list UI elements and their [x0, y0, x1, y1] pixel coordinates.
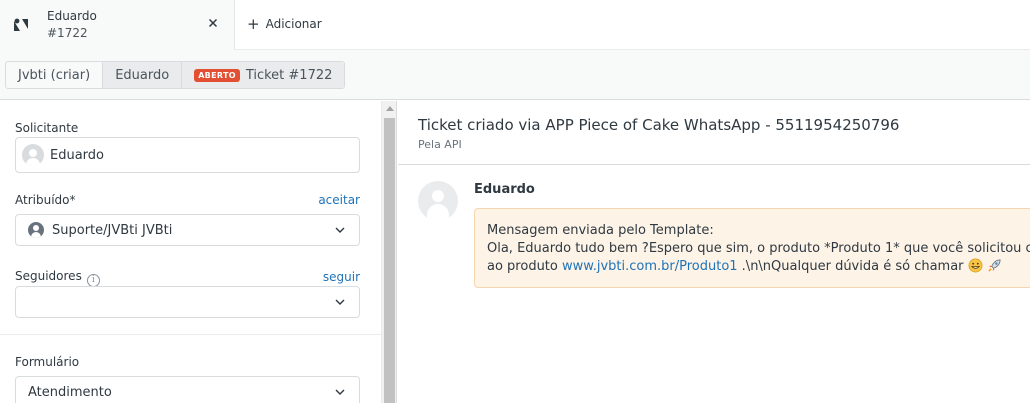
follow-link[interactable]: seguir [323, 270, 360, 284]
breadcrumb-bar: Jvbti (criar) Eduardo ABERTO Ticket #172… [0, 50, 1030, 100]
breadcrumb-ticket[interactable]: ABERTO Ticket #1722 [182, 62, 345, 88]
ticket-tab[interactable]: Eduardo #1722 [0, 0, 235, 50]
chevron-down-icon [335, 389, 345, 395]
grinning-emoji-icon [968, 258, 983, 273]
assignee-dropdown[interactable]: Suporte/JVBti JVBti [15, 214, 360, 246]
assignee-value: Suporte/JVBti JVBti [52, 222, 173, 238]
comment-bubble: Mensagem enviada pelo Template: Ola, Edu… [474, 208, 1030, 288]
product-link[interactable]: www.jvbti.com.br/Produto1 [562, 259, 738, 274]
user-avatar-icon [22, 144, 44, 166]
tab-subtitle: #1722 [47, 26, 88, 40]
zendesk-logo-icon [14, 18, 28, 31]
breadcrumb-organization[interactable]: Jvbti (criar) [6, 62, 104, 88]
followers-label-text: Seguidores [15, 269, 82, 283]
scrollbar-thumb[interactable] [384, 118, 395, 403]
section-divider [0, 334, 381, 335]
top-tab-bar: Eduardo #1722 + Adicionar [0, 0, 1030, 50]
ticket-subject: Ticket criado via APP Piece of Cake What… [418, 116, 900, 134]
form-label: Formulário [15, 355, 80, 369]
form-value: Atendimento [28, 384, 112, 400]
chevron-down-icon [335, 299, 345, 305]
conversation-pane: Ticket criado via APP Piece of Cake What… [398, 101, 1030, 403]
requester-field[interactable]: Eduardo [15, 137, 360, 173]
followers-dropdown[interactable] [15, 286, 360, 318]
comment-author[interactable]: Eduardo [474, 182, 535, 197]
assignee-label: Atribuído* [15, 193, 76, 207]
header-divider [398, 164, 1030, 165]
breadcrumb: Jvbti (criar) Eduardo ABERTO Ticket #172… [5, 61, 346, 89]
message-line-2: Ola, Eduardo tudo bem ?Espero que sim, o… [487, 241, 1030, 256]
add-tab-label: Adicionar [265, 17, 322, 31]
chevron-down-icon [335, 227, 345, 233]
scroll-up-arrow[interactable] [386, 106, 394, 111]
message-line-3-start: ao produto [487, 259, 562, 274]
close-icon[interactable] [206, 16, 220, 30]
followers-label: Seguidores i [15, 269, 100, 287]
breadcrumb-requester-label: Eduardo [115, 67, 170, 83]
tab-title: Eduardo [47, 9, 97, 23]
ticket-channel: Pela API [418, 138, 462, 151]
form-dropdown[interactable]: Atendimento [15, 376, 360, 403]
breadcrumb-requester[interactable]: Eduardo [103, 62, 183, 88]
author-avatar [418, 181, 458, 221]
requester-label: Solicitante [15, 121, 79, 135]
message-line-3-end: .\n\nQualquer dúvida é só chamar [737, 259, 968, 274]
status-badge: ABERTO [194, 68, 240, 82]
group-icon [28, 222, 44, 238]
breadcrumb-ticket-label: Ticket #1722 [245, 67, 333, 83]
plus-icon: + [247, 15, 260, 33]
take-it-link[interactable]: aceitar [318, 193, 360, 207]
message-line-1: Mensagem enviada pelo Template: [487, 223, 714, 238]
rocket-emoji-icon [988, 259, 1001, 272]
panel-scrollbar[interactable] [381, 101, 397, 403]
add-tab-button[interactable]: + Adicionar [247, 15, 322, 33]
breadcrumb-organization-label: Jvbti (criar) [18, 67, 91, 83]
message-line-3: ao produto www.jvbti.com.br/Produto1 .\n… [487, 258, 1030, 276]
ticket-properties-panel: Solicitante Eduardo Atribuído* aceitar S… [0, 101, 381, 403]
requester-value: Eduardo [50, 147, 104, 163]
